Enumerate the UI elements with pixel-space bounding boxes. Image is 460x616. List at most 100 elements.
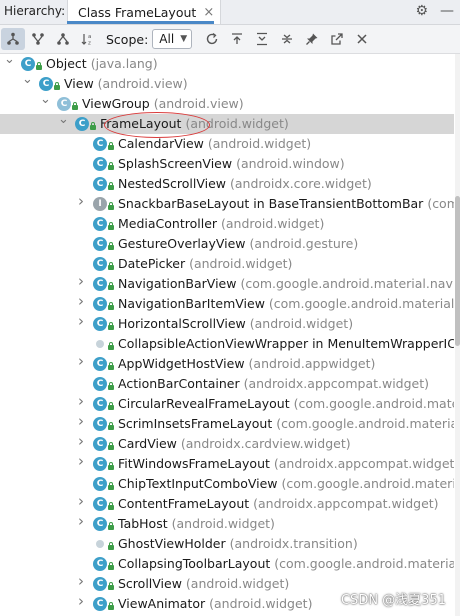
tree-row[interactable]: › C NavigationBarItemView (com.google.andr… [0, 294, 454, 314]
package-name: (android.widget) [209, 596, 313, 611]
public-lock-icon [90, 122, 96, 130]
chevron-right-icon[interactable]: › [76, 494, 86, 509]
tree-row[interactable]: C SplashScreenView (android.window) [0, 154, 454, 174]
chevron-right-icon[interactable]: › [76, 414, 86, 429]
chevron-right-icon[interactable]: › [76, 594, 86, 609]
interface-icon: I [93, 197, 107, 211]
chevron-right-icon[interactable]: › [76, 574, 86, 589]
chevron-down-icon[interactable]: ⌄ [4, 54, 15, 66]
package-name: (android.widget) [249, 316, 354, 331]
tree-row[interactable]: GhostViewHolder (androidx.transition) [0, 534, 454, 554]
package-name: (com.g [427, 196, 454, 211]
tree-row[interactable]: › I SnackbarBaseLayout in BaseTransientBot… [0, 194, 454, 214]
class-name: FrameLayout [100, 116, 182, 131]
sort-alpha-icon[interactable]: az [76, 28, 100, 50]
public-lock-icon [72, 102, 78, 110]
package-name: (com.google.android.material.a [274, 556, 454, 571]
chevron-right-icon[interactable]: › [76, 274, 86, 289]
class-name: ScrollView [118, 576, 182, 591]
subtypes-icon[interactable] [51, 28, 75, 50]
tree-row[interactable]: CollapsibleActionViewWrapper in MenuItem… [0, 334, 454, 354]
minimize-icon[interactable]: — [440, 3, 454, 19]
chevron-down-icon[interactable]: ⌄ [40, 93, 51, 106]
package-name: (android.window) [236, 156, 345, 171]
chevron-right-icon[interactable]: › [76, 394, 86, 409]
settings-icon[interactable]: ⚙ [415, 3, 428, 19]
collapse-all-icon[interactable] [275, 28, 299, 50]
tree-item-label: FrameLayout (android.widget) [100, 116, 289, 131]
tree-row[interactable]: C ChipTextInputComboView (com.google.andr… [0, 474, 454, 494]
class-icon: C [93, 177, 107, 191]
class-name: FitWindowsFrameLayout [118, 456, 270, 471]
class-name: NavigationBarItemView [118, 296, 265, 311]
package-name: (androidx.appcompat.widget) [253, 496, 439, 511]
tree-row[interactable]: C CollapsingToolbarLayout (com.google.and… [0, 554, 454, 574]
pin-icon[interactable] [300, 28, 324, 50]
chevron-down-icon[interactable]: ⌄ [22, 73, 33, 86]
public-lock-icon [108, 222, 114, 230]
chevron-down-icon[interactable]: ⌄ [58, 113, 69, 126]
tree-row[interactable]: › C HorizontalScrollView (android.widget) [0, 314, 454, 334]
tree-item-label: ScrimInsetsFrameLayout (com.google.andro… [118, 416, 454, 431]
chevron-right-icon[interactable]: › [76, 294, 86, 309]
tree-row[interactable]: › C ContentFrameLayout (androidx.appcompat… [0, 494, 454, 514]
tree-item-label: ContentFrameLayout (androidx.appcompat.w… [118, 496, 439, 511]
package-name: (android.widget) [185, 116, 289, 131]
close-icon[interactable] [350, 28, 374, 50]
tree-row[interactable]: ⌄ C ViewGroup (android.view) [0, 93, 454, 114]
chevron-right-icon[interactable]: › [76, 454, 86, 469]
tree-item-label: CircularRevealFrameLayout (com.google.an… [118, 396, 454, 411]
class-name: CollapsingToolbarLayout [118, 556, 271, 571]
type-hierarchy-icon[interactable] [1, 28, 25, 50]
class-name: ActionBarContainer [118, 376, 240, 391]
svg-text:z: z [88, 41, 91, 47]
tab-close-icon[interactable]: × [203, 5, 214, 20]
public-lock-icon [108, 242, 114, 250]
refresh-icon[interactable] [200, 28, 224, 50]
tree-row[interactable]: C GestureOverlayView (android.gesture) [0, 234, 454, 254]
supertypes-icon[interactable] [26, 28, 50, 50]
tree-row[interactable]: › C CardView (androidx.cardview.widget) [0, 434, 454, 454]
hierarchy-tree: ⌄ C Object (java.lang) ⌄ C View (android.view… [0, 54, 454, 616]
class-icon: C [93, 597, 107, 611]
tree-row[interactable]: › C AppWidgetHostView (android.appwidget) [0, 354, 454, 374]
class-icon: C [93, 237, 107, 251]
chevron-right-icon[interactable]: › [76, 194, 86, 209]
public-lock-icon [108, 302, 114, 310]
class-name: TabHost [118, 516, 168, 531]
tree-item-label: SnackbarBaseLayout in BaseTransientBotto… [118, 196, 454, 211]
tree-row[interactable]: ⌄ C FrameLayout (android.widget) [0, 113, 454, 134]
scrollbar-thumb[interactable] [455, 196, 460, 346]
class-name: DatePicker [118, 256, 186, 271]
tree-row[interactable]: ⌄ C View (android.view) [0, 73, 454, 94]
tree-row[interactable]: › C FitWindowsFrameLayout (androidx.appcom… [0, 454, 454, 474]
chevron-right-icon[interactable]: › [76, 434, 86, 449]
public-lock-icon [108, 202, 114, 210]
hierarchy-header: Hierarchy: Class FrameLayout × ⚙ — [0, 0, 460, 25]
chevron-right-icon[interactable]: › [76, 354, 86, 369]
package-name: (android.view) [153, 96, 244, 111]
hierarchy-toolbar: az Scope: All ▼ [0, 25, 460, 54]
open-in-editor-icon[interactable] [325, 28, 349, 50]
tree-row[interactable]: › C NavigationBarView (com.google.android.… [0, 274, 454, 294]
chevron-right-icon[interactable]: › [76, 514, 86, 529]
package-name: (android.gesture) [249, 236, 359, 251]
tree-row[interactable]: › C ScrimInsetsFrameLayout (com.google.and… [0, 414, 454, 434]
tree-row[interactable]: C MediaController (android.widget) [0, 214, 454, 234]
tree-row[interactable]: C NestedScrollView (androidx.core.widget) [0, 174, 454, 194]
scope-dropdown[interactable]: All ▼ [152, 29, 193, 49]
tree-row[interactable]: ⌄ C Object (java.lang) [0, 54, 454, 74]
chevron-right-icon[interactable]: › [76, 314, 86, 329]
expand-all-icon[interactable] [250, 28, 274, 50]
public-lock-icon [108, 142, 114, 150]
public-lock-icon [108, 542, 114, 550]
tree-row[interactable]: › C TabHost (android.widget) [0, 514, 454, 534]
tree-row[interactable]: C CalendarView (android.widget) [0, 134, 454, 154]
export-icon[interactable] [225, 28, 249, 50]
package-name: (android.appwidget) [248, 356, 376, 371]
package-name: (androidx.cardview.widget) [180, 436, 351, 451]
tree-row[interactable]: C ActionBarContainer (androidx.appcompat.… [0, 374, 454, 394]
tree-row[interactable]: › C CircularRevealFrameLayout (com.google.… [0, 394, 454, 414]
tree-row[interactable]: C DatePicker (android.widget) [0, 254, 454, 274]
public-lock-icon [108, 562, 114, 570]
